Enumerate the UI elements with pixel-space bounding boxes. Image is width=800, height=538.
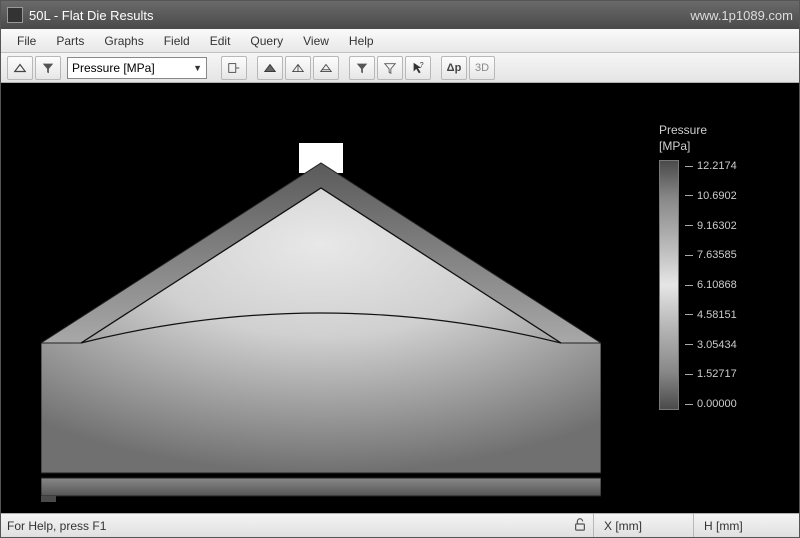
window-title: 50L - Flat Die Results bbox=[29, 8, 690, 23]
chevron-down-icon: ▼ bbox=[193, 63, 202, 73]
delta-p-button[interactable]: Δp bbox=[441, 56, 467, 80]
section-icon bbox=[263, 61, 277, 75]
legend-tick: 6.10868 bbox=[685, 279, 737, 291]
watermark-text: www.1p1089.com bbox=[690, 8, 793, 23]
menu-edit[interactable]: Edit bbox=[200, 31, 241, 51]
detail-button[interactable] bbox=[221, 56, 247, 80]
legend-tick: 12.2174 bbox=[685, 160, 737, 172]
legend-tick: 4.58151 bbox=[685, 309, 737, 321]
pointer-help-icon: ? bbox=[411, 61, 425, 75]
section-button-2[interactable] bbox=[285, 56, 311, 80]
origin-mark bbox=[41, 496, 56, 502]
legend-tick: 0.00000 bbox=[685, 398, 737, 410]
status-x-cell: X [mm] bbox=[593, 514, 693, 537]
field-select-value: Pressure [MPa] bbox=[72, 61, 155, 75]
field-select[interactable]: Pressure [MPa] ▼ bbox=[67, 57, 207, 79]
filter-button-2[interactable] bbox=[349, 56, 375, 80]
app-window: 50L - Flat Die Results www.1p1089.com Fi… bbox=[0, 0, 800, 538]
filter-button-1[interactable] bbox=[35, 56, 61, 80]
detail-icon bbox=[227, 61, 241, 75]
menu-file[interactable]: File bbox=[7, 31, 46, 51]
viewport[interactable]: Pressure [MPa] 12.2174 10.6902 9.16302 7… bbox=[1, 83, 799, 513]
3d-button[interactable]: 3D bbox=[469, 56, 495, 80]
unlock-icon[interactable] bbox=[567, 517, 593, 534]
status-h-label: H [mm] bbox=[704, 519, 743, 533]
status-x-label: X [mm] bbox=[604, 519, 642, 533]
menu-query[interactable]: Query bbox=[240, 31, 293, 51]
legend-ticks: 12.2174 10.6902 9.16302 7.63585 6.10868 … bbox=[685, 160, 737, 410]
geometry-icon bbox=[13, 61, 27, 75]
manifold-region bbox=[41, 188, 601, 473]
pressure-plot bbox=[41, 143, 601, 513]
menu-parts[interactable]: Parts bbox=[46, 31, 94, 51]
titlebar: 50L - Flat Die Results www.1p1089.com bbox=[1, 1, 799, 29]
funnel-icon bbox=[41, 61, 55, 75]
legend-tick: 7.63585 bbox=[685, 249, 737, 261]
legend-field-name: Pressure bbox=[659, 123, 707, 137]
toolbar: Pressure [MPa] ▼ ? Δp 3D bbox=[1, 53, 799, 83]
3d-label: 3D bbox=[475, 62, 489, 74]
land-region bbox=[41, 478, 601, 496]
legend-unit: [MPa] bbox=[659, 139, 690, 153]
menu-graphs[interactable]: Graphs bbox=[94, 31, 153, 51]
menubar: File Parts Graphs Field Edit Query View … bbox=[1, 29, 799, 53]
legend-tick: 1.52717 bbox=[685, 368, 737, 380]
section-icon bbox=[319, 61, 333, 75]
status-h-cell: H [mm] bbox=[693, 514, 793, 537]
section-icon bbox=[291, 61, 305, 75]
color-legend: Pressure [MPa] 12.2174 10.6902 9.16302 7… bbox=[659, 123, 769, 410]
funnel-icon bbox=[355, 61, 369, 75]
legend-colorbar bbox=[659, 160, 679, 410]
menu-view[interactable]: View bbox=[293, 31, 339, 51]
statusbar: For Help, press F1 X [mm] H [mm] bbox=[1, 513, 799, 537]
geometry-view-button[interactable] bbox=[7, 56, 33, 80]
app-icon bbox=[7, 7, 23, 23]
filter-button-3[interactable] bbox=[377, 56, 403, 80]
funnel-icon bbox=[383, 61, 397, 75]
legend-title: Pressure [MPa] bbox=[659, 123, 769, 154]
legend-tick: 3.05434 bbox=[685, 339, 737, 351]
legend-tick: 10.6902 bbox=[685, 190, 737, 202]
delta-p-label: Δp bbox=[447, 62, 462, 74]
section-button-1[interactable] bbox=[257, 56, 283, 80]
svg-text:?: ? bbox=[420, 62, 424, 69]
menu-help[interactable]: Help bbox=[339, 31, 384, 51]
section-button-3[interactable] bbox=[313, 56, 339, 80]
status-help-text: For Help, press F1 bbox=[7, 519, 567, 533]
menu-field[interactable]: Field bbox=[154, 31, 200, 51]
die-visualization bbox=[41, 143, 601, 513]
legend-tick: 9.16302 bbox=[685, 220, 737, 232]
whatsthis-button[interactable]: ? bbox=[405, 56, 431, 80]
